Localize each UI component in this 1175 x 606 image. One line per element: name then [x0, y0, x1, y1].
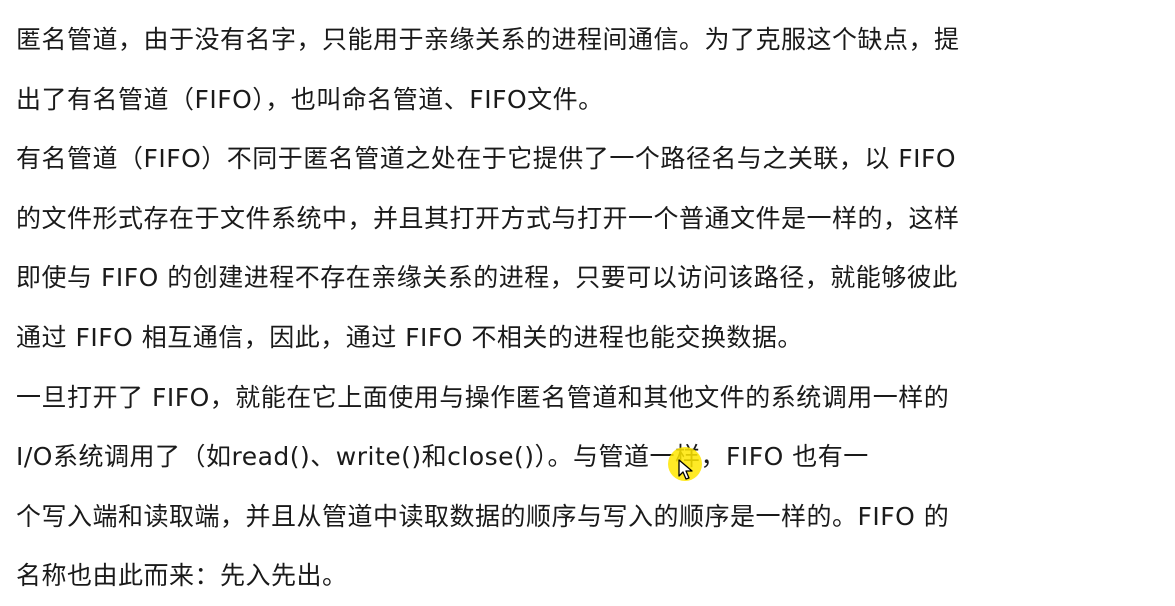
mouse-pointer-icon [678, 459, 693, 480]
text-line: 个写入端和读取端，并且从管道中读取数据的顺序与写入的顺序是一样的。FIFO 的 [16, 501, 950, 531]
text-line: 即使与 FIFO 的创建进程不存在亲缘关系的进程，只要可以访问该路径，就能够彼此 [16, 263, 958, 293]
document-body: 匿名管道，由于没有名字，只能用于亲缘关系的进程间通信。为了克服这个缺点，提 出了… [16, 10, 1166, 606]
text-line: 名称也由此而来：先入先出。 [16, 561, 348, 591]
text-line: 一旦打开了 FIFO，就能在它上面使用与操作匿名管道和其他文件的系统调用一样的 [16, 382, 950, 412]
text-line: 通过 FIFO 相互通信，因此，通过 FIFO 不相关的进程也能交换数据。 [16, 322, 803, 352]
text-line: 的文件形式存在于文件系统中，并且其打开方式与打开一个普通文件是一样的，这样 [16, 203, 960, 233]
text-line: I/O系统调用了（如read()、write()和close()）。与管道一样，… [16, 442, 869, 472]
text-line: 出了有名管道（FIFO），也叫命名管道、FIFO文件。 [16, 84, 604, 114]
text-line: 匿名管道，由于没有名字，只能用于亲缘关系的进程间通信。为了克服这个缺点，提 [16, 25, 960, 54]
cursor-highlight [668, 447, 702, 481]
text-line: 有名管道（FIFO）不同于匿名管道之处在于它提供了一个路径名与之关联，以 FIF… [16, 144, 957, 174]
